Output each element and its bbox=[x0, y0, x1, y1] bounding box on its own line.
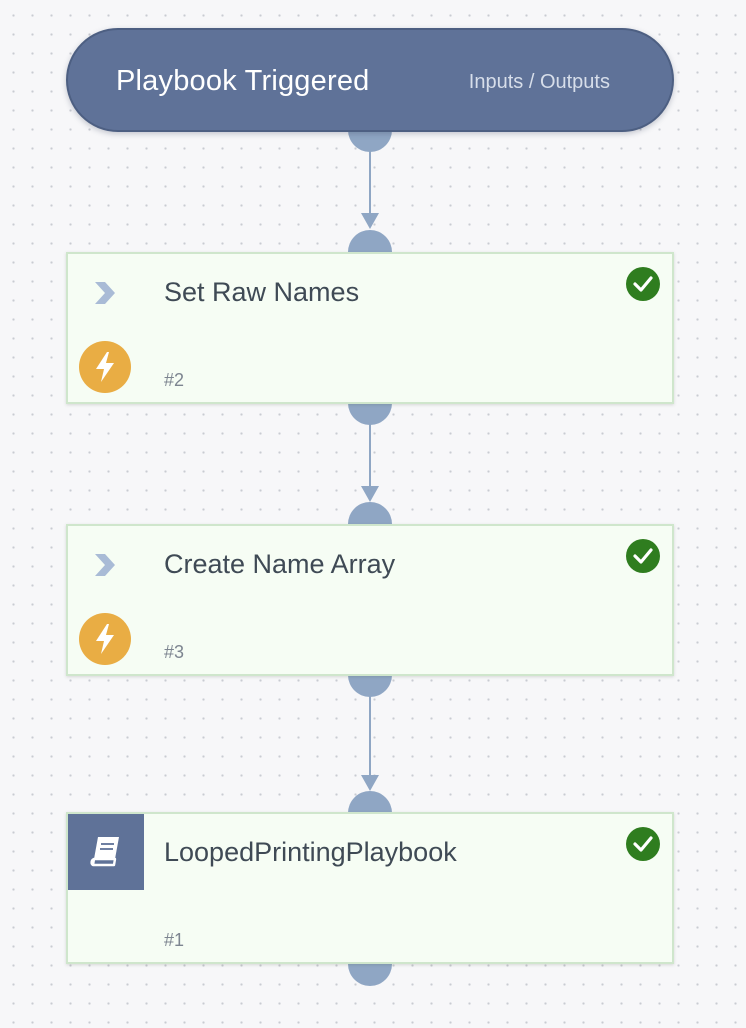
connector-line bbox=[369, 403, 371, 487]
task-card-set-raw-names[interactable]: Set Raw Names #2 bbox=[66, 252, 674, 404]
checkmark-icon bbox=[626, 827, 660, 861]
task-title: Create Name Array bbox=[164, 549, 396, 579]
chevron-right-icon bbox=[92, 280, 118, 306]
inputs-outputs-link[interactable]: Inputs / Outputs bbox=[469, 70, 610, 94]
connector-arrow bbox=[361, 486, 379, 502]
task-card-looped-printing-playbook[interactable]: LoopedPrintingPlaybook #1 bbox=[66, 812, 674, 964]
task-card-create-name-array[interactable]: Create Name Array #3 bbox=[66, 524, 674, 676]
connector-line bbox=[369, 675, 371, 776]
task-id: #1 bbox=[164, 930, 185, 950]
checkmark-icon bbox=[626, 267, 660, 301]
trigger-title: Playbook Triggered bbox=[116, 65, 370, 97]
task-title: Set Raw Names bbox=[164, 277, 360, 307]
task-id: #3 bbox=[164, 642, 185, 662]
task-id: #2 bbox=[164, 370, 185, 390]
book-icon bbox=[68, 814, 144, 890]
connector-arrow bbox=[361, 775, 379, 791]
lightning-bolt-icon bbox=[79, 613, 131, 665]
playbook-canvas[interactable]: Playbook Triggered Inputs / Outputs Set … bbox=[0, 0, 746, 1028]
task-title: LoopedPrintingPlaybook bbox=[164, 837, 457, 867]
playbook-trigger-node[interactable]: Playbook Triggered Inputs / Outputs bbox=[66, 28, 674, 132]
checkmark-icon bbox=[626, 539, 660, 573]
connector-line bbox=[369, 130, 371, 215]
connector-arrow bbox=[361, 213, 379, 229]
chevron-right-icon bbox=[92, 552, 118, 578]
lightning-bolt-icon bbox=[79, 341, 131, 393]
